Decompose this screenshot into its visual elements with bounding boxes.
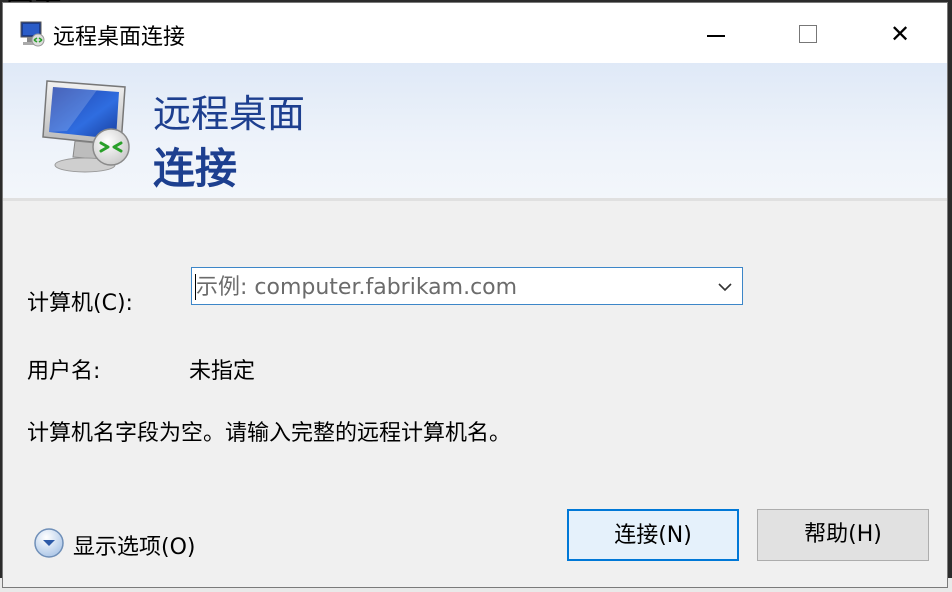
monitor-connection-icon: [42, 80, 130, 173]
title-bar[interactable]: 远程桌面连接 ✕: [3, 3, 947, 63]
window-title: 远程桌面连接: [53, 25, 186, 50]
username-label: 用户名:: [27, 359, 101, 384]
error-message: 计算机名字段为空。请输入完整的远程计算机名。: [27, 421, 512, 446]
computer-input[interactable]: [196, 274, 696, 300]
minimize-button[interactable]: [693, 11, 739, 57]
computer-label: 计算机(C):: [27, 291, 133, 316]
minimize-icon: [707, 35, 725, 37]
close-button[interactable]: ✕: [877, 11, 923, 57]
remote-desktop-icon: [20, 21, 45, 47]
text-caret: [195, 274, 196, 300]
computer-combobox[interactable]: [191, 267, 743, 305]
rdp-dialog: 远程桌面连接 ✕ 远程桌面 连接 计算机(C): 示例: computer.fa…: [2, 2, 948, 588]
show-options-link[interactable]: 显示选项(O): [73, 529, 195, 561]
close-icon: ✕: [889, 20, 911, 48]
maximize-icon: [799, 25, 817, 43]
connect-button[interactable]: 连接(N): [567, 509, 739, 561]
help-button[interactable]: 帮助(H): [757, 509, 929, 561]
username-value: 未指定: [189, 359, 256, 384]
banner-title-line1: 远程桌面: [153, 92, 306, 136]
chevron-down-icon[interactable]: [716, 278, 734, 296]
expand-circle-icon[interactable]: [33, 527, 65, 559]
banner-title-line2: 连接: [153, 144, 238, 193]
banner-divider: [3, 198, 947, 201]
